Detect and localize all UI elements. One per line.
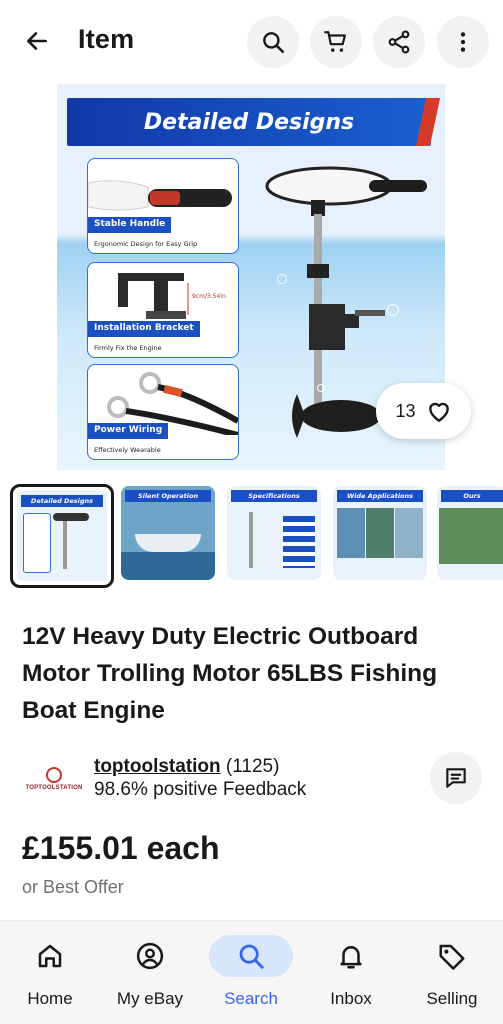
nav-icon-container bbox=[410, 935, 494, 977]
search-icon bbox=[239, 944, 264, 969]
thumbnail-1[interactable]: Detailed Designs bbox=[10, 484, 114, 588]
message-icon bbox=[446, 768, 466, 788]
more-button[interactable] bbox=[437, 16, 489, 68]
thumb-photo bbox=[366, 508, 394, 558]
nav-label: Inbox bbox=[330, 989, 372, 1008]
feature-subtitle: Effectively Wearable bbox=[94, 446, 161, 454]
nav-icon-container bbox=[8, 935, 92, 977]
search-button[interactable] bbox=[247, 16, 299, 68]
seller-logo-mark bbox=[46, 767, 62, 783]
cart-icon bbox=[324, 31, 346, 52]
feature-subtitle: Firmly Fix the Engine bbox=[94, 344, 162, 352]
cart-button[interactable] bbox=[310, 16, 362, 68]
thumbnail-strip[interactable]: Detailed Designs Silent Operation Specif… bbox=[0, 482, 503, 588]
feature-card-bracket: 9cm/3.54in Installation Bracket Firmly F… bbox=[87, 262, 239, 358]
thumb-card bbox=[23, 513, 51, 573]
nav-search[interactable]: Search bbox=[201, 935, 301, 1015]
nav-label: Search bbox=[224, 989, 278, 1008]
arrow-left-icon bbox=[27, 32, 47, 50]
bell-icon bbox=[340, 946, 362, 969]
thumb-boat bbox=[135, 534, 201, 552]
nav-icon-container bbox=[108, 935, 192, 977]
home-icon bbox=[38, 944, 62, 968]
feature-title: Installation Bracket bbox=[88, 321, 200, 337]
app-header: Item bbox=[0, 0, 503, 84]
thumbnail-4[interactable]: Wide Applications bbox=[333, 486, 427, 580]
feature-card-handle: Stable Handle Ergonomic Design for Easy … bbox=[87, 158, 239, 254]
share-icon bbox=[388, 30, 410, 54]
user-circle-icon bbox=[136, 942, 164, 970]
seller-logo-text: TOPTOOLSTATION bbox=[25, 785, 83, 791]
item-price: £155.01 each bbox=[22, 830, 220, 866]
thumbnail-label: Ours bbox=[441, 490, 503, 502]
thumbnail-label: Detailed Designs bbox=[21, 495, 103, 507]
bubble bbox=[277, 274, 287, 284]
contact-seller-button[interactable] bbox=[430, 752, 482, 804]
thumbnail-label: Wide Applications bbox=[337, 490, 423, 502]
seller-info: TOPTOOLSTATION toptoolstation (1125) 98.… bbox=[22, 752, 492, 808]
item-title: 12V Heavy Duty Electric Outboard Motor T… bbox=[22, 623, 438, 724]
thumb-photo bbox=[337, 508, 365, 558]
feature-card-wiring: Power Wiring Effectively Wearable bbox=[87, 364, 239, 460]
thumb-photo bbox=[395, 508, 423, 558]
thumb-shaft bbox=[63, 519, 67, 569]
nav-label: Selling bbox=[426, 989, 478, 1008]
watch-button[interactable]: 13 bbox=[376, 383, 471, 439]
thumb-spec-list bbox=[283, 516, 315, 568]
nav-label: Home bbox=[27, 989, 73, 1008]
thumbnail-label: Silent Operation bbox=[125, 490, 211, 502]
thumb-head bbox=[53, 513, 89, 521]
thumbnail-label: Specifications bbox=[231, 490, 317, 502]
watch-count: 13 bbox=[395, 400, 416, 421]
best-offer-label: or Best Offer bbox=[22, 877, 124, 897]
heart-icon bbox=[428, 402, 449, 422]
thumbnail-2[interactable]: Silent Operation bbox=[121, 486, 215, 580]
search-icon bbox=[263, 32, 285, 54]
thumbnail-3[interactable]: Specifications bbox=[227, 486, 321, 580]
bubble bbox=[387, 304, 399, 316]
seller-feedback-count: (1125) bbox=[220, 756, 280, 777]
nav-my-ebay[interactable]: My eBay bbox=[100, 935, 200, 1015]
bottom-navigation: Home My eBay Search Inbox Selling bbox=[0, 920, 503, 1024]
feature-title: Power Wiring bbox=[88, 423, 169, 439]
image-banner: Detailed Designs bbox=[67, 98, 431, 146]
image-banner-text: Detailed Designs bbox=[143, 109, 355, 135]
feature-title: Stable Handle bbox=[88, 217, 172, 233]
nav-selling[interactable]: Selling bbox=[402, 935, 502, 1015]
nav-icon-container bbox=[309, 935, 393, 977]
thumbnail-5[interactable]: Ours bbox=[437, 486, 503, 580]
tag-icon bbox=[439, 944, 465, 970]
thumb-shaft bbox=[249, 512, 253, 568]
seller-name-line: toptoolstation (1125) bbox=[94, 756, 279, 778]
nav-icon-container bbox=[209, 935, 293, 977]
nav-label: My eBay bbox=[116, 989, 184, 1008]
seller-logo[interactable]: TOPTOOLSTATION bbox=[25, 762, 83, 796]
thumb-water bbox=[121, 552, 215, 580]
thumb-photo bbox=[439, 508, 503, 564]
feature-subtitle: Ergonomic Design for Easy Grip bbox=[94, 240, 198, 248]
nav-inbox[interactable]: Inbox bbox=[301, 935, 401, 1015]
seller-name-link[interactable]: toptoolstation bbox=[94, 756, 221, 777]
bracket-measure: 9cm/3.54in bbox=[192, 293, 226, 300]
page-title: Item bbox=[78, 24, 135, 54]
share-button[interactable] bbox=[373, 16, 425, 68]
bubble bbox=[317, 384, 325, 392]
back-button[interactable] bbox=[18, 22, 56, 60]
nav-home[interactable]: Home bbox=[0, 935, 100, 1015]
more-vertical-icon bbox=[460, 32, 466, 52]
seller-feedback: 98.6% positive Feedback bbox=[94, 779, 307, 800]
